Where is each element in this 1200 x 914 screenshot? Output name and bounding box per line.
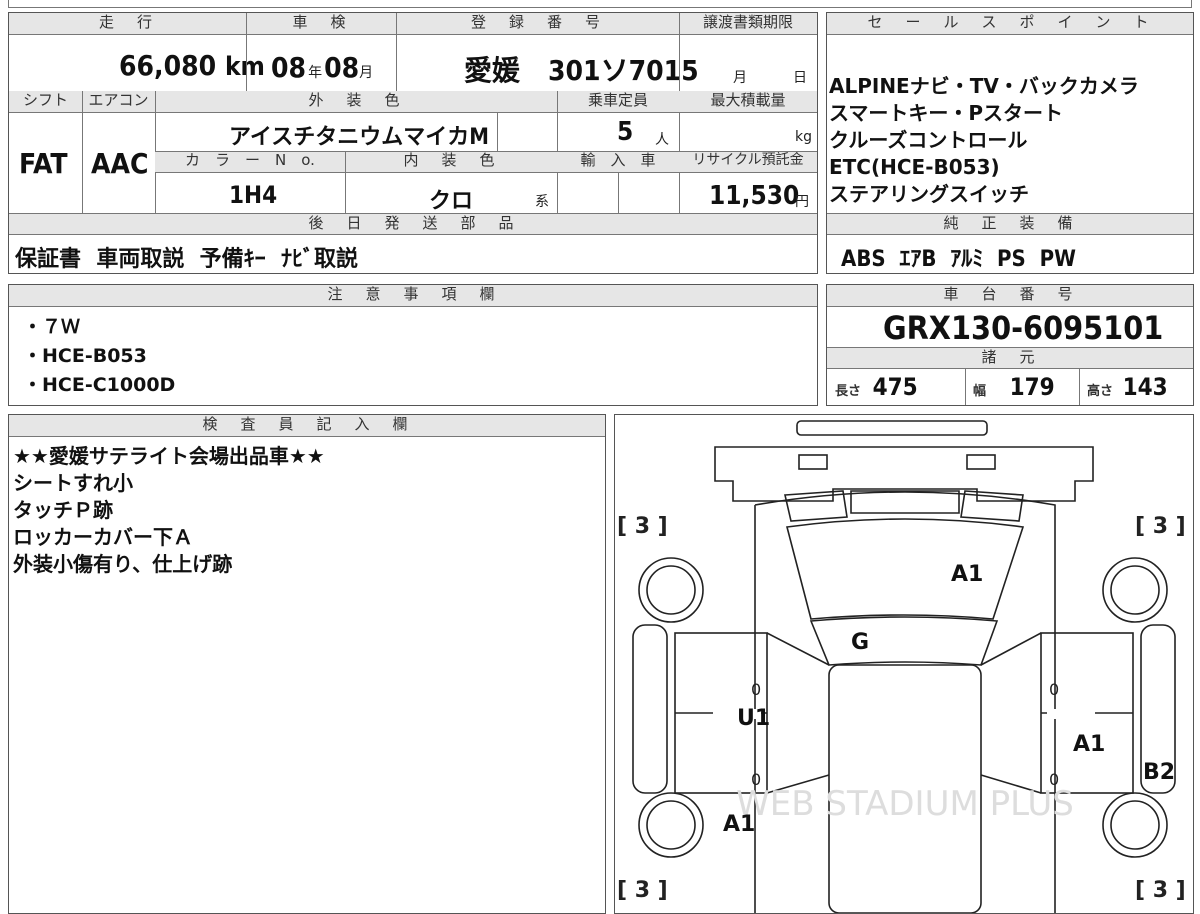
inspector-note: ★★愛媛サテライト会場出品車★★ [13, 444, 325, 468]
spec-length: 長さ 475 [835, 373, 918, 401]
mark-zero: 0 [1049, 680, 1059, 699]
grille-right [960, 490, 1024, 522]
tire-rear-right-label: [ 3 ] [1135, 878, 1186, 903]
sales-point-item: スマートキー・Pスタート [829, 101, 1064, 125]
max-load-unit: kg [795, 129, 812, 145]
inspector-notes: ★★愛媛サテライト会場出品車★★ シートすれ小 タッチＰ跡 ロッカーカバー下Ａ … [13, 443, 325, 578]
sales-points-list: ALPINEナビ・TV・バックカメラ スマートキー・Pスタート クルーズコントロ… [829, 73, 1139, 208]
notes-block: 注 意 事 項 欄 ・７Ｗ ・HCE-B053 ・HCE-C1000D [8, 284, 818, 406]
capacity-value: 5 [617, 117, 634, 147]
later-parts-value: 保証書 車両取説 予備ｷｰ ﾅﾋﾞ取説 [15, 247, 358, 272]
mileage-header: 走 行 [9, 13, 246, 35]
left-rocker-outline [632, 624, 668, 794]
color-no-header: カ ラ ー N o. [155, 151, 345, 173]
inspector-note: タッチＰ跡 [13, 498, 113, 522]
deadline-day-unit: 日 [793, 70, 807, 86]
grille-left [784, 490, 848, 522]
mileage-value: 66,080 km [119, 49, 265, 82]
tire-front-left-label: [ 3 ] [617, 514, 668, 539]
interior-suffix: 系 [535, 194, 549, 210]
inspector-note: ロッカーカバー下Ａ [13, 525, 193, 549]
registration-header: 登 録 番 号 [396, 13, 679, 35]
equipment-value: ABS ｴｱB ｱﾙﾐ PS PW [841, 247, 1076, 272]
sales-point-item: ETC(HCE-B053) [829, 155, 1000, 179]
sales-points-block: セ ー ル ス ポ イ ン ト ALPINEナビ・TV・バックカメラ スマートキ… [826, 12, 1194, 274]
equipment-header: 純 正 装 備 [827, 213, 1193, 235]
capacity-unit: 人 [655, 132, 669, 148]
headlight-left [798, 454, 828, 470]
exterior-color-header: 外 装 色 [155, 91, 557, 113]
later-parts-header: 後 日 発 送 部 品 [9, 213, 817, 235]
vehicle-info-block: 走 行 車 検 登 録 番 号 譲渡書類期限 66,080 km 08 年08月 … [8, 12, 818, 274]
front-panel-outline [714, 446, 1094, 502]
color-no-value: 1H4 [229, 181, 278, 209]
aircon-value: AAC [91, 147, 149, 180]
inspector-header: 検 査 員 記 入 欄 [9, 415, 605, 437]
body-outline [754, 491, 1056, 913]
shift-value: FAT [19, 147, 68, 180]
chassis-number: GRX130-6095101 [883, 309, 1164, 347]
top-strip [8, 0, 1192, 8]
capacity-header: 乗車定員 [557, 91, 679, 113]
car-diagram-svg: WEB STADIUM PLUS [ 3 ] [ 3 ] [ 3 ] [ 3 ]… [617, 420, 1186, 913]
import-header: 輸 入 車 [557, 151, 679, 173]
windshield-outline [809, 616, 999, 666]
wheel-rear-left [638, 792, 704, 858]
sales-point-item: ステアリングスイッチ [829, 182, 1029, 206]
exterior-color-value: アイスチタニウムマイカM [229, 125, 489, 150]
mark-hood: A1 [951, 562, 983, 587]
inspector-note: 外装小傷有り、仕上げ跡 [13, 552, 233, 576]
spec-width: 幅 179 [973, 373, 1055, 401]
specs-header: 諸 元 [827, 347, 1193, 369]
inspection-value: 08 年08月 [271, 51, 374, 84]
note-item: ・７Ｗ [23, 316, 81, 338]
sales-point-item: ALPINEナビ・TV・バックカメラ [829, 74, 1139, 98]
deadline-header: 譲渡書類期限 [679, 13, 817, 35]
deadline-month-unit: 月 [733, 70, 747, 86]
wheel-front-left [638, 557, 704, 623]
note-item: ・HCE-C1000D [23, 374, 176, 396]
tire-rear-left-label: [ 3 ] [617, 878, 668, 903]
mark-zero: 0 [751, 680, 761, 699]
aircon-header: エアコン [82, 91, 155, 113]
recycle-header: リサイクル預託金 [679, 151, 817, 173]
registration-number: 愛媛 301ソ7015 [464, 54, 699, 87]
wheel-rear-right [1102, 792, 1168, 858]
spec-height: 高さ 143 [1087, 373, 1168, 401]
shift-header: シフト [9, 91, 82, 113]
chassis-header: 車 台 番 号 [827, 285, 1193, 307]
sales-points-header: セ ー ル ス ポ イ ン ト [827, 13, 1193, 35]
mark-right-rear: B2 [1143, 760, 1175, 785]
inspector-block: 検 査 員 記 入 欄 ★★愛媛サテライト会場出品車★★ シートすれ小 タッチＰ… [8, 414, 606, 914]
interior-color-value: クロ [429, 189, 474, 214]
max-load-header: 最大積載量 [679, 91, 817, 113]
sales-point-item: クルーズコントロール [829, 128, 1028, 152]
mark-left-rear: A1 [723, 812, 755, 837]
chassis-block: 車 台 番 号 GRX130-6095101 諸 元 長さ 475 幅 179 … [826, 284, 1194, 406]
inspection-header: 車 検 [246, 13, 396, 35]
recycle-unit: 円 [795, 194, 809, 210]
wheel-front-right [1102, 557, 1168, 623]
mark-right-door: A1 [1073, 732, 1105, 757]
tire-front-right-label: [ 3 ] [1135, 514, 1186, 539]
front-bumper-outline [796, 420, 988, 436]
hood-outline [785, 518, 1025, 620]
notes-header: 注 意 事 項 欄 [9, 285, 817, 307]
mark-zero: 0 [1049, 770, 1059, 789]
watermark: WEB STADIUM PLUS [736, 784, 1074, 824]
recycle-value: 11,530 [709, 181, 800, 211]
mark-left-door: U1 [737, 706, 770, 731]
car-diagram: WEB STADIUM PLUS [ 3 ] [ 3 ] [ 3 ] [ 3 ]… [614, 414, 1194, 914]
headlight-right [966, 454, 996, 470]
inspector-note: シートすれ小 [13, 471, 133, 495]
note-item: ・HCE-B053 [23, 345, 147, 367]
mark-windshield: G [851, 630, 869, 655]
mark-zero: 0 [751, 770, 761, 789]
notes-list: ・７Ｗ ・HCE-B053 ・HCE-C1000D [23, 313, 175, 400]
interior-color-header: 内 装 色 [345, 151, 557, 173]
grille-center [850, 490, 960, 514]
